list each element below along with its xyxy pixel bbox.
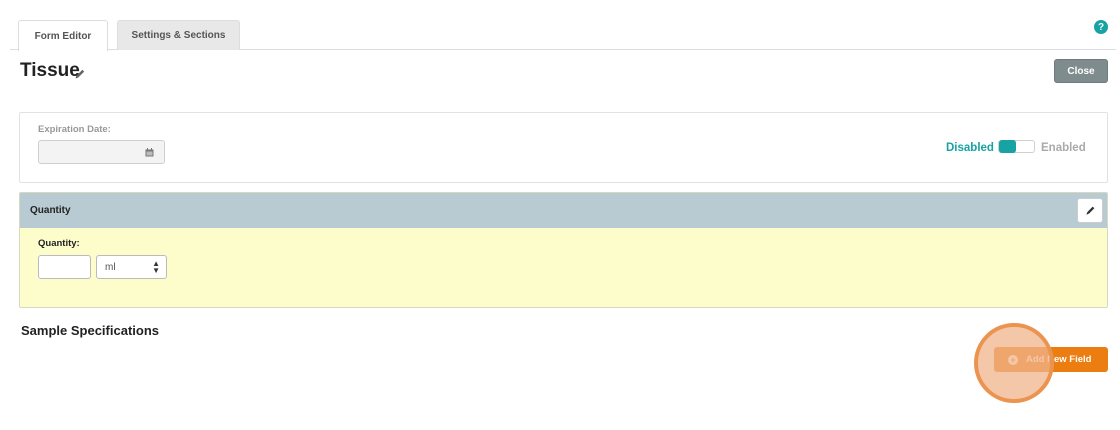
- quantity-input[interactable]: [38, 255, 91, 279]
- tab-settings-sections[interactable]: Settings & Sections: [117, 20, 240, 50]
- toggle-disabled-label: Disabled: [946, 142, 994, 154]
- sample-specifications-title: Sample Specifications: [21, 323, 159, 338]
- tab-form-editor[interactable]: Form Editor: [18, 20, 108, 51]
- toggle-enabled-label: Enabled: [1041, 142, 1086, 154]
- quantity-field-label: Quantity:: [38, 238, 80, 249]
- add-new-field-button[interactable]: + Add New Field: [994, 347, 1108, 372]
- calendar-icon[interactable]: [145, 148, 154, 157]
- expiration-toggle[interactable]: [998, 140, 1035, 153]
- quantity-panel-title: Quantity: [30, 205, 71, 216]
- quantity-panel: Quantity Quantity: ml ▲ ▼: [19, 192, 1108, 308]
- expiration-date-input[interactable]: [38, 140, 165, 164]
- select-arrows-icon: ▲ ▼: [152, 259, 160, 275]
- help-icon[interactable]: ?: [1094, 20, 1108, 34]
- unit-selected-value: ml: [105, 261, 116, 273]
- expiration-panel: Expiration Date: Disabled Enabled: [19, 112, 1108, 183]
- tab-bar: Form Editor Settings & Sections: [10, 20, 1116, 51]
- pencil-icon[interactable]: [74, 68, 86, 80]
- quantity-panel-body: Quantity: ml ▲ ▼: [20, 228, 1107, 307]
- quantity-edit-button[interactable]: [1077, 198, 1103, 223]
- toggle-knob[interactable]: [999, 140, 1016, 153]
- plus-circle-icon: +: [1008, 354, 1018, 365]
- add-new-field-label: Add New Field: [1026, 354, 1092, 365]
- pencil-icon: [1085, 206, 1094, 215]
- close-button[interactable]: Close: [1054, 59, 1108, 83]
- unit-select[interactable]: ml ▲ ▼: [96, 255, 167, 279]
- expiration-date-label: Expiration Date:: [38, 124, 111, 135]
- quantity-panel-header: Quantity: [20, 193, 1107, 228]
- page-title: Tissue: [20, 60, 80, 81]
